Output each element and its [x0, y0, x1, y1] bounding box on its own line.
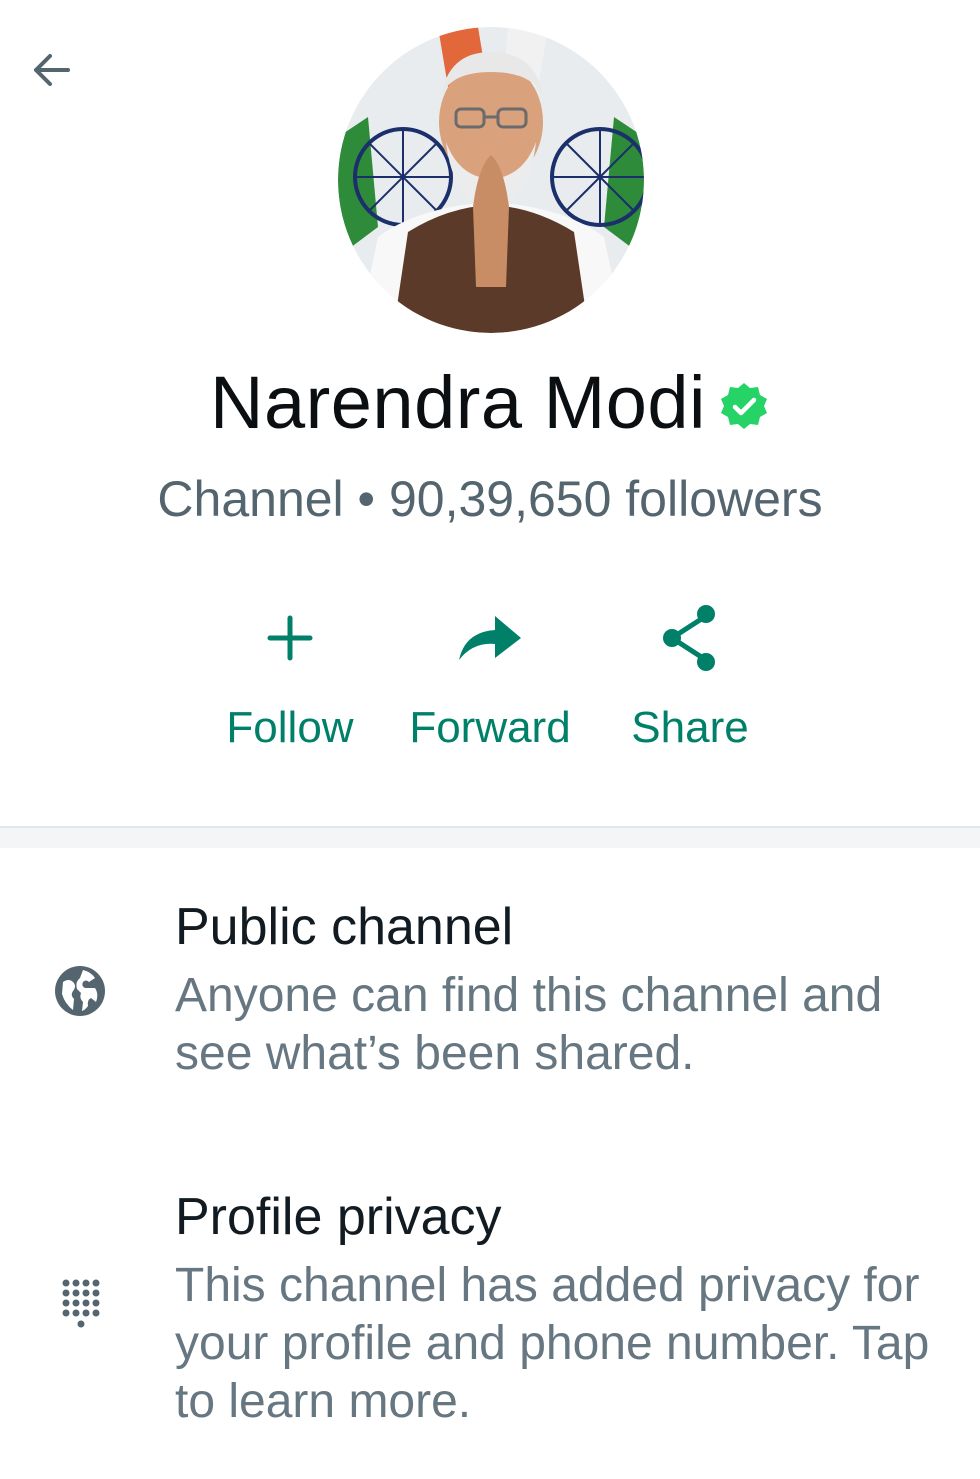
globe-icon: [55, 966, 105, 1016]
profile-privacy-title: Profile privacy: [175, 1188, 502, 1246]
verified-badge-icon: [720, 382, 767, 429]
avatar-image: [338, 27, 644, 333]
back-button[interactable]: [20, 40, 80, 100]
channel-name: Narendra Modi: [210, 361, 706, 444]
follow-label: Follow: [226, 703, 354, 752]
share-button[interactable]: Share: [600, 590, 780, 775]
channel-avatar[interactable]: [338, 27, 644, 333]
channel-subtitle: Channel • 90,39,650 followers: [157, 471, 823, 527]
share-icon: [663, 604, 715, 671]
follow-button[interactable]: Follow: [200, 590, 380, 775]
channel-name-row: Narendra Modi: [0, 355, 980, 450]
forward-label: Forward: [409, 703, 571, 752]
public-channel-row[interactable]: Public channel Anyone can find this chan…: [0, 895, 980, 1105]
public-channel-title: Public channel: [175, 898, 514, 956]
forward-arrow-icon: [459, 615, 521, 660]
arrow-left-icon: [34, 54, 70, 86]
plus-icon: [267, 615, 313, 660]
profile-privacy-description: This channel has added privacy for your …: [175, 1259, 930, 1428]
profile-privacy-row[interactable]: Profile privacy This channel has added p…: [0, 1185, 980, 1445]
public-channel-description: Anyone can find this channel and see wha…: [175, 969, 883, 1080]
dots-grid-icon: [62, 1279, 100, 1328]
forward-button[interactable]: Forward: [400, 590, 580, 775]
share-label: Share: [631, 703, 749, 752]
action-bar: Follow Forward Share: [0, 590, 980, 780]
section-divider: [0, 826, 980, 848]
